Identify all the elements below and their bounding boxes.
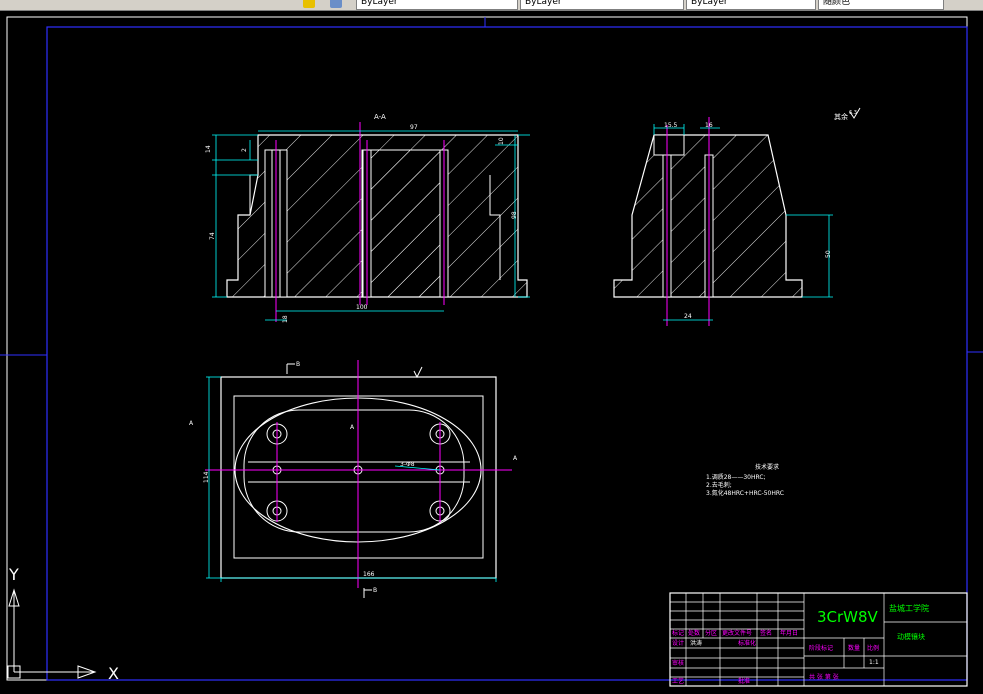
ucs-x-label: X	[108, 664, 119, 683]
dim-top-width: 97	[410, 124, 418, 131]
title-scale-label: 比例	[867, 644, 879, 652]
side-view: 其余 6.3 15.5 16 50 24	[613, 107, 861, 326]
linetype-combo[interactable]: ByLayer	[520, 0, 684, 10]
plan-view: 114 166 3-Φ8 B B A A A	[189, 360, 518, 598]
ucs-y-label: Y	[8, 565, 19, 584]
title-scale-value: 1:1	[869, 659, 879, 666]
sheet-inner-border	[46, 26, 968, 681]
dim-h14: 14	[205, 145, 212, 153]
dim-w24: 24	[684, 313, 692, 320]
lineweight-combo[interactable]: ByLayer	[686, 0, 816, 10]
drawing-canvas[interactable]: A-A 97 14 2 10 74 98 100 18 其余 6.3 15.5 …	[0, 11, 983, 694]
front-section-view: A-A 97 14 2 10 74 98 100 18	[205, 113, 530, 323]
color-combo[interactable]: ByLayer	[356, 0, 518, 10]
front-core-block	[361, 149, 448, 298]
row-label-mark: 标记	[672, 629, 684, 637]
title-qty-label: 数量	[848, 644, 860, 652]
dim-w15-5: 15.5	[664, 122, 678, 129]
approve-label: 批准	[738, 677, 750, 685]
title-school: 盐城工学院	[889, 603, 929, 613]
review-label: 审核	[672, 659, 684, 667]
note-line-3: 3.氮化48HRC+HRC-50HRC	[706, 489, 784, 497]
plan-hole-note: 3-Φ8	[400, 461, 415, 468]
view-marker-a-center: A	[350, 424, 355, 431]
dim-h50: 50	[825, 250, 832, 258]
row-label-change: 更改文件号	[722, 629, 752, 637]
title-part-name: 动模镶块	[897, 632, 925, 641]
note-line-2: 2.去毛刺;	[706, 481, 732, 489]
process-label: 工艺	[672, 677, 684, 685]
std-label: 标准化	[738, 639, 756, 647]
technical-notes: 技术要求 1.调质28——30HRC; 2.去毛刺; 3.氮化48HRC+HRC…	[706, 463, 784, 497]
title-material: 3CrW8V	[817, 608, 879, 626]
view-marker-b-bottom: B	[373, 587, 377, 594]
title-stage-label: 阶段标记	[809, 644, 833, 652]
side-top-pocket	[653, 134, 685, 156]
row-label-zone: 分区	[705, 629, 717, 637]
title-sheets: 共 张 第 张	[809, 673, 839, 681]
dim-d18: 18	[282, 315, 289, 323]
section-label: A-A	[374, 113, 386, 121]
layer-state-icon[interactable]	[303, 0, 315, 8]
plotstyle-combo[interactable]: 随颜色	[818, 0, 944, 10]
dim-plan-width: 166	[363, 571, 375, 578]
plan-roughness-icon	[413, 366, 423, 379]
sheet-outer-border	[6, 16, 968, 681]
designer-name: 洪涛	[690, 639, 702, 647]
roughness-note: 其余	[834, 112, 848, 121]
dim-w16: 16	[705, 122, 713, 129]
properties-toolbar: ByLayer ByLayer ByLayer 随颜色	[0, 0, 983, 11]
notes-title: 技术要求	[755, 463, 779, 471]
dim-w100: 100	[356, 304, 368, 311]
note-line-1: 1.调质28——30HRC;	[706, 473, 766, 481]
view-marker-b-top: B	[296, 361, 300, 368]
view-marker-a-left: A	[189, 420, 194, 427]
design-label: 设计	[672, 639, 684, 647]
ucs-icon	[7, 588, 97, 679]
row-label-date: 年月日	[780, 629, 798, 637]
dim-h98: 98	[511, 211, 518, 219]
dim-plan-height: 114	[203, 471, 210, 483]
dim-h74: 74	[209, 232, 216, 240]
layer-previous-icon[interactable]	[330, 0, 342, 8]
row-label-sign: 签名	[760, 629, 772, 637]
row-label-count: 处数	[688, 629, 700, 637]
title-block: 3CrW8V 盐城工学院 动模镶块 阶段标记 数量 比例 1:1 共 张 第 张…	[669, 592, 968, 687]
dim-h2: 2	[241, 148, 248, 152]
view-marker-a-right: A	[513, 455, 518, 462]
dim-h10: 10	[498, 137, 505, 145]
